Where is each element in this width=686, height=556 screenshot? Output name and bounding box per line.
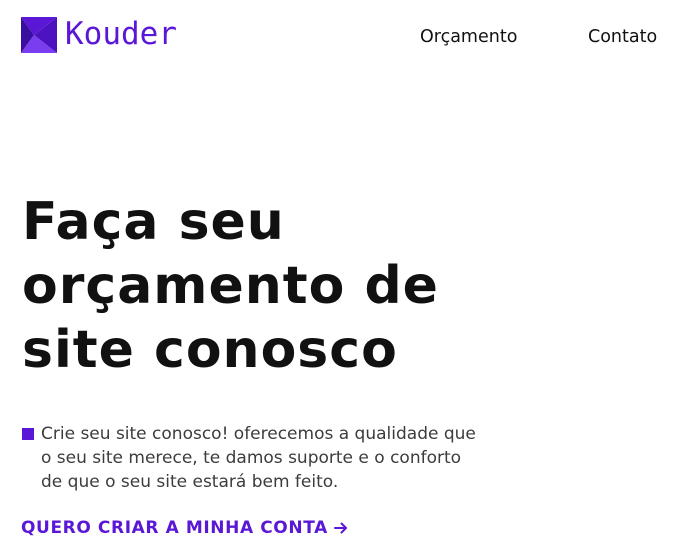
hero-description: Crie seu site conosco! oferecemos a qual… bbox=[22, 422, 562, 494]
hero-description-text: Crie seu site conosco! oferecemos a qual… bbox=[41, 422, 551, 494]
nav-link-orcamento[interactable]: Orçamento bbox=[420, 25, 517, 49]
arrow-right-icon bbox=[333, 522, 347, 534]
hero-title: Faça seu orçamento de site conosco bbox=[22, 190, 542, 382]
create-account-link[interactable]: QUERO CRIAR A MINHA CONTA bbox=[21, 516, 348, 540]
square-bullet-icon bbox=[22, 428, 34, 440]
create-account-label: QUERO CRIAR A MINHA CONTA bbox=[21, 518, 328, 538]
site-header: Kouder Orçamento Contato bbox=[0, 0, 686, 76]
description-line: Crie seu site conosco! oferecemos a qual… bbox=[41, 424, 476, 444]
brand-logo-link[interactable]: Kouder bbox=[21, 16, 177, 53]
hero-title-line: Faça seu bbox=[22, 192, 285, 252]
brand-name: Kouder bbox=[65, 16, 177, 52]
nav-link-contato[interactable]: Contato bbox=[588, 25, 657, 49]
hero-title-line: orçamento de bbox=[22, 256, 439, 316]
description-line: de que o seu site estará bem feito. bbox=[41, 472, 339, 492]
description-line: o seu site merece, te damos suporte e o … bbox=[41, 448, 462, 468]
kouder-logo-icon bbox=[21, 17, 57, 53]
hero-title-line: site conosco bbox=[22, 320, 398, 380]
